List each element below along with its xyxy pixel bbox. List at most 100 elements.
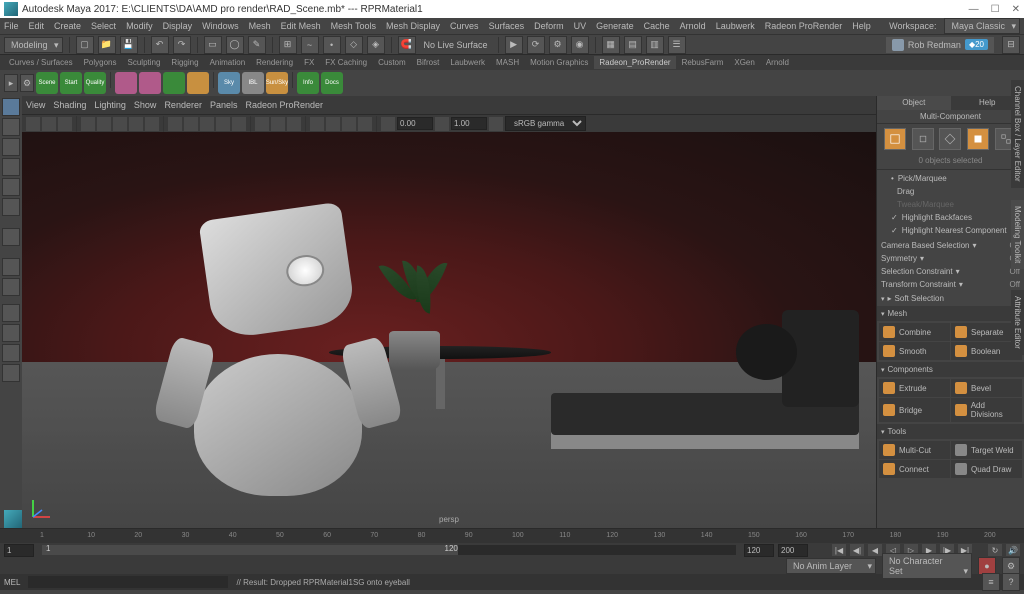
current-frame-input[interactable] xyxy=(744,544,774,557)
shelf-button-Info[interactable]: Info xyxy=(297,72,319,94)
layout-d[interactable] xyxy=(2,364,20,382)
rotate-tool[interactable] xyxy=(2,178,20,196)
anim-layer-select[interactable]: No Anim Layer xyxy=(786,558,876,574)
vp-shaded-icon[interactable] xyxy=(184,117,198,131)
face-mode-icon[interactable] xyxy=(967,128,989,150)
live-surface-icon[interactable]: 🧲 xyxy=(398,36,416,54)
highlight-nearest-check[interactable]: Highlight Nearest Component xyxy=(881,224,1020,237)
select-tool[interactable] xyxy=(2,98,20,116)
shelf-button-3[interactable] xyxy=(115,72,137,94)
edit-tool-target-weld[interactable]: Target Weld xyxy=(951,441,1022,459)
vp-camera-icon[interactable] xyxy=(26,117,40,131)
vertex-mode-icon[interactable] xyxy=(912,128,934,150)
side-tab-channelbox[interactable]: Channel Box / Layer Editor xyxy=(1011,80,1024,188)
help-line-icon[interactable]: ? xyxy=(1002,573,1020,591)
snap-grid-icon[interactable]: ⊞ xyxy=(279,36,297,54)
vp-scale-input[interactable] xyxy=(451,117,487,130)
character-set-select[interactable]: No Character Set xyxy=(882,553,972,579)
last-tool[interactable] xyxy=(2,228,20,246)
prev-key-button[interactable]: ◀ xyxy=(868,544,882,556)
layout-b[interactable] xyxy=(2,324,20,342)
menu-generate[interactable]: Generate xyxy=(596,21,634,31)
command-input[interactable] xyxy=(28,576,228,588)
edge-mode-icon[interactable] xyxy=(939,128,961,150)
lasso-icon[interactable]: ◯ xyxy=(226,36,244,54)
vp-gamma-select[interactable]: sRGB gamma xyxy=(505,116,586,131)
menu-cache[interactable]: Cache xyxy=(644,21,670,31)
range-slider[interactable]: 1 120 xyxy=(42,545,736,555)
playback-start-input[interactable] xyxy=(4,544,34,557)
select-icon[interactable]: ▭ xyxy=(204,36,222,54)
playback-end-input[interactable] xyxy=(778,544,808,557)
vp-motion-icon[interactable] xyxy=(326,117,340,131)
menu-surfaces[interactable]: Surfaces xyxy=(489,21,525,31)
comp-tool-add-divisions[interactable]: Add Divisions xyxy=(951,398,1022,422)
menu-radeon[interactable]: Radeon ProRender xyxy=(765,21,843,31)
menu-meshdisplay[interactable]: Mesh Display xyxy=(386,21,440,31)
shelf-button-Start[interactable]: Start xyxy=(60,72,82,94)
view-menu[interactable]: View xyxy=(26,100,45,110)
shelf-menu-icon[interactable]: ⚙ xyxy=(20,74,34,92)
vp-bookmark-icon[interactable] xyxy=(42,117,56,131)
layout-a[interactable] xyxy=(2,304,20,322)
menu-curves[interactable]: Curves xyxy=(450,21,479,31)
edit-tool-connect[interactable]: Connect xyxy=(879,460,950,478)
show-menu[interactable]: Show xyxy=(134,100,157,110)
comp-tool-bevel[interactable]: Bevel xyxy=(951,379,1022,397)
vp-dof-icon[interactable] xyxy=(358,117,372,131)
vp-xrayj-icon[interactable] xyxy=(287,117,301,131)
shelf-tab-mash[interactable]: MASH xyxy=(491,56,524,69)
shelf-tab-custom[interactable]: Custom xyxy=(373,56,411,69)
tab-object[interactable]: Object xyxy=(877,96,951,110)
radeon-menu[interactable]: Radeon ProRender xyxy=(246,100,324,110)
ipr-icon[interactable]: ⟳ xyxy=(527,36,545,54)
rewind-button[interactable]: |◀ xyxy=(832,544,846,556)
lighting-menu[interactable]: Lighting xyxy=(94,100,126,110)
panel4-icon[interactable]: ☰ xyxy=(668,36,686,54)
shelf-button-6[interactable] xyxy=(187,72,209,94)
pick-marquee-option[interactable]: • Pick/Marquee xyxy=(881,172,1020,185)
menu-windows[interactable]: Windows xyxy=(202,21,239,31)
shelf-tab-xgen[interactable]: XGen xyxy=(729,56,759,69)
shelf-button-Docs[interactable]: Docs xyxy=(321,72,343,94)
maximize-button[interactable]: ☐ xyxy=(991,4,1000,15)
step-back-button[interactable]: ◀| xyxy=(850,544,864,556)
comp-tool-extrude[interactable]: Extrude xyxy=(879,379,950,397)
vp-wire-icon[interactable] xyxy=(168,117,182,131)
side-tab-attribute[interactable]: Attribute Editor xyxy=(1011,290,1024,355)
mode-select[interactable]: Modeling xyxy=(4,37,63,53)
loop-button[interactable]: ↻ xyxy=(988,544,1002,556)
object-mode-icon[interactable] xyxy=(884,128,906,150)
shelf-tab-motion-graphics[interactable]: Motion Graphics xyxy=(525,56,593,69)
redo-icon[interactable]: ↷ xyxy=(173,36,191,54)
shelf-tab-animation[interactable]: Animation xyxy=(205,56,251,69)
layout-four[interactable] xyxy=(2,278,20,296)
layout-c[interactable] xyxy=(2,344,20,362)
vp-iso-icon[interactable] xyxy=(255,117,269,131)
mesh-header[interactable]: Mesh xyxy=(877,306,1024,321)
edit-tool-multi-cut[interactable]: Multi-Cut xyxy=(879,441,950,459)
vp-exposure-input[interactable] xyxy=(397,117,433,130)
menu-meshtools[interactable]: Mesh Tools xyxy=(331,21,376,31)
shelf-toggle-icon[interactable]: ▸ xyxy=(4,74,18,92)
script-lang-label[interactable]: MEL xyxy=(4,578,20,587)
script-editor-icon[interactable]: ≡ xyxy=(982,573,1000,591)
vp-image-icon[interactable] xyxy=(58,117,72,131)
renderer-menu[interactable]: Renderer xyxy=(164,100,202,110)
menu-select[interactable]: Select xyxy=(91,21,116,31)
shelf-tab-rebusfarm[interactable]: RebusFarm xyxy=(677,56,729,69)
layout-single[interactable] xyxy=(2,258,20,276)
vp-light-icon[interactable] xyxy=(216,117,230,131)
shelf-button-Quality[interactable]: Quality xyxy=(84,72,106,94)
shelf-tab-fx-caching[interactable]: FX Caching xyxy=(320,56,372,69)
vp-expose-icon[interactable] xyxy=(381,117,395,131)
vp-color-icon[interactable] xyxy=(489,117,503,131)
vp-grid-icon[interactable] xyxy=(81,117,95,131)
drag-option[interactable]: Drag xyxy=(881,185,1020,198)
panel1-icon[interactable]: ▦ xyxy=(602,36,620,54)
edit-tool-quad-draw[interactable]: Quad Draw xyxy=(951,460,1022,478)
menu-deform[interactable]: Deform xyxy=(534,21,564,31)
menu-arnold[interactable]: Arnold xyxy=(680,21,706,31)
render-settings-icon[interactable]: ⚙ xyxy=(549,36,567,54)
audio-button[interactable]: 🔊 xyxy=(1006,544,1020,556)
